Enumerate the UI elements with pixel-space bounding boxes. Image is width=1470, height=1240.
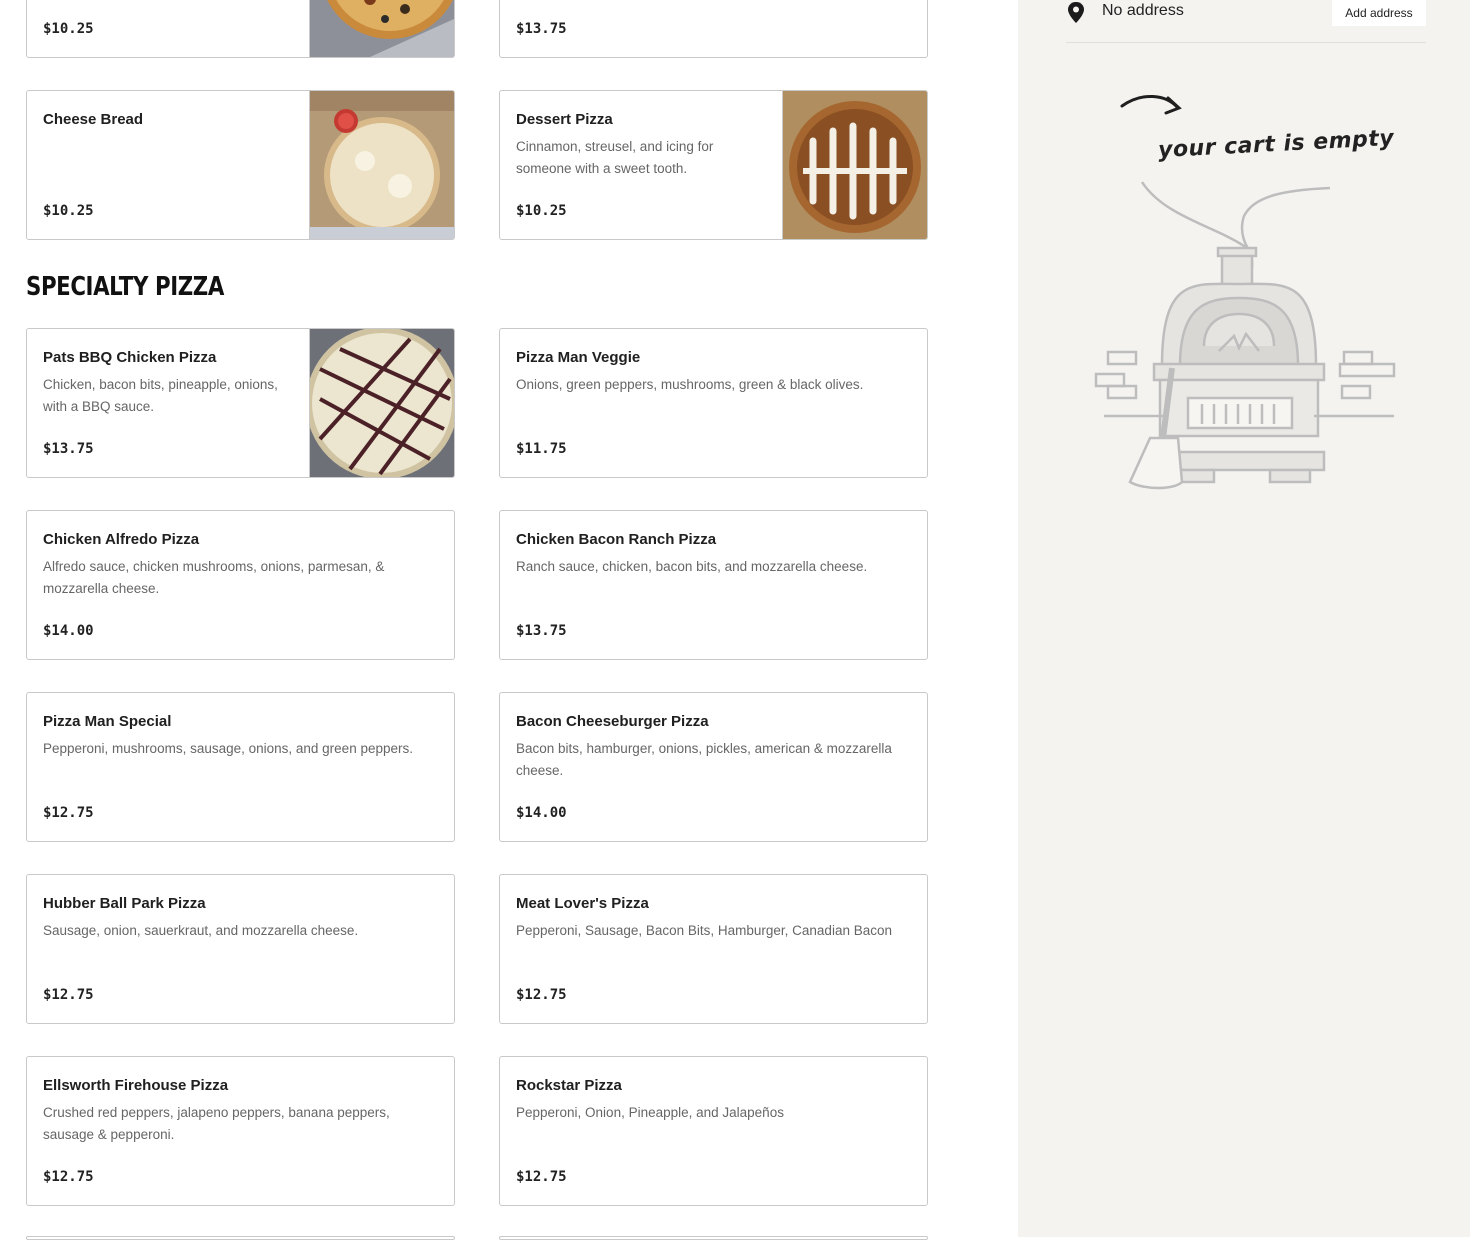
menu-item-card[interactable]: Chicken Alfredo Pizza Alfredo sauce, chi… [26, 510, 455, 660]
item-photo [309, 0, 454, 57]
menu-column: $10.25 $13.75 Cheese Bread $10.25 Desser… [0, 0, 1018, 1240]
add-address-button[interactable]: Add address [1332, 0, 1426, 26]
menu-item-card[interactable]: Ellsworth Firehouse Pizza Crushed red pe… [26, 1056, 455, 1206]
menu-item-card[interactable]: Pats BBQ Chicken Pizza Chicken, bacon bi… [26, 328, 455, 478]
item-name: Chicken Alfredo Pizza [43, 531, 200, 548]
item-photo [309, 329, 454, 477]
item-price: $12.75 [516, 987, 567, 1003]
item-price: $12.75 [43, 987, 94, 1003]
menu-item-card[interactable]: Chicken Bacon Ranch Pizza Ranch sauce, c… [499, 510, 928, 660]
item-description: Pepperoni, mushrooms, sausage, onions, a… [43, 741, 413, 756]
item-name: Pats BBQ Chicken Pizza [43, 349, 217, 366]
menu-item-card[interactable]: Dessert Pizza Cinnamon, streusel, and ic… [499, 90, 928, 240]
item-price: $12.75 [43, 1169, 94, 1185]
item-price: $10.25 [43, 21, 94, 37]
menu-item-card[interactable]: $10.25 [26, 0, 455, 58]
item-price: $12.75 [43, 805, 94, 821]
cart-sidebar: No address Add address your cart is empt… [1018, 0, 1470, 1237]
item-price: $14.00 [43, 623, 94, 639]
item-name: Ellsworth Firehouse Pizza [43, 1077, 229, 1094]
item-photo [309, 91, 454, 239]
item-description: Pepperoni, Sausage, Bacon Bits, Hamburge… [516, 923, 892, 938]
item-price: $14.00 [516, 805, 567, 821]
item-name: Dessert Pizza [516, 111, 613, 128]
item-price: $10.25 [43, 203, 94, 219]
item-description: Ranch sauce, chicken, bacon bits, and mo… [516, 559, 868, 574]
map-pin-icon [1066, 1, 1086, 30]
item-name: Bacon Cheeseburger Pizza [516, 713, 709, 730]
item-photo [782, 91, 927, 239]
item-name: Chicken Bacon Ranch Pizza [516, 531, 717, 548]
item-description: Bacon bits, hamburger, onions, pickles, … [516, 741, 892, 778]
item-price: $13.75 [43, 441, 94, 457]
item-price: $10.25 [516, 203, 567, 219]
item-name: Pizza Man Veggie [516, 349, 641, 366]
item-price: $11.75 [516, 441, 567, 457]
menu-item-card[interactable]: $13.75 [499, 0, 928, 58]
item-name: Pizza Man Special [43, 713, 172, 730]
item-name: Meat Lover's Pizza [516, 895, 649, 912]
item-description: Alfredo sauce, chicken mushrooms, onions… [43, 559, 385, 596]
menu-item-card[interactable]: Meat Lover's Pizza Pepperoni, Sausage, B… [499, 874, 928, 1024]
item-name: Rockstar Pizza [516, 1077, 622, 1094]
menu-item-card[interactable]: Cheese Bread $10.25 [26, 90, 455, 240]
section-title: SPECIALTY PIZZA [26, 272, 224, 302]
menu-item-card[interactable]: Pizza Man Special Pepperoni, mushrooms, … [26, 692, 455, 842]
item-name: Hubber Ball Park Pizza [43, 895, 206, 912]
menu-item-card[interactable]: Pizza Man Veggie Onions, green peppers, … [499, 328, 928, 478]
address-row: No address Add address [1066, 0, 1426, 43]
item-price: $13.75 [516, 21, 567, 37]
address-label: No address [1102, 2, 1184, 19]
item-description: Pepperoni, Onion, Pineapple, and Jalapeñ… [516, 1105, 784, 1120]
menu-item-card[interactable]: Hubber Ball Park Pizza Sausage, onion, s… [26, 874, 455, 1024]
item-price: $13.75 [516, 623, 567, 639]
item-description: Onions, green peppers, mushrooms, green … [516, 377, 864, 392]
item-description: Cinnamon, streusel, and icing for someon… [516, 139, 714, 176]
item-description: Sausage, onion, sauerkraut, and mozzarel… [43, 923, 359, 938]
menu-item-card[interactable]: Rockstar Pizza Pepperoni, Onion, Pineapp… [499, 1056, 928, 1206]
item-description: Crushed red peppers, jalapeno peppers, b… [43, 1105, 390, 1142]
menu-item-card[interactable]: Bacon Cheeseburger Pizza Bacon bits, ham… [499, 692, 928, 842]
item-name: Cheese Bread [43, 111, 144, 128]
item-price: $12.75 [516, 1169, 567, 1185]
item-description: Chicken, bacon bits, pineapple, onions, … [43, 377, 278, 414]
